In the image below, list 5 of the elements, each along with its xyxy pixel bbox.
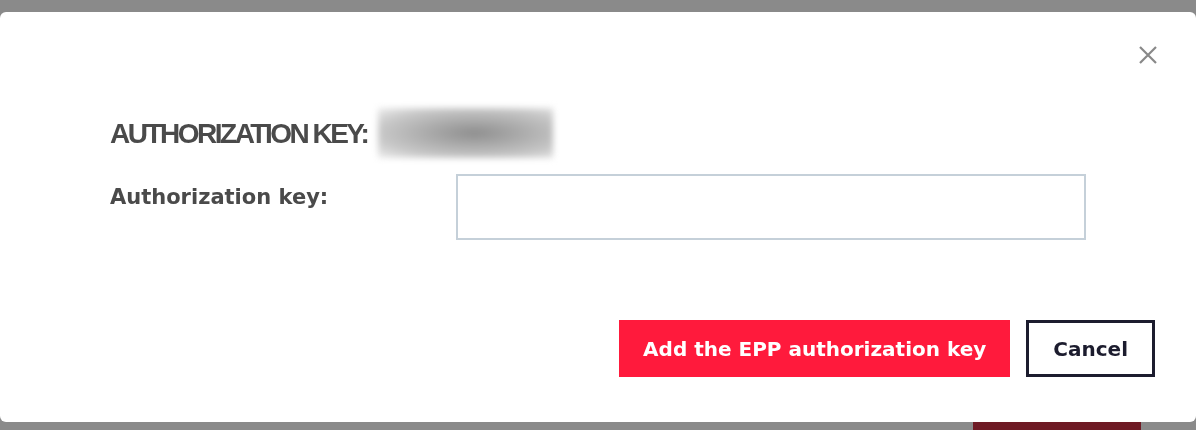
- field-label: Authorization key:: [110, 184, 330, 211]
- cancel-button[interactable]: Cancel: [1026, 320, 1155, 377]
- add-key-button[interactable]: Add the EPP authorization key: [619, 320, 1011, 377]
- dialog-title: AUTHORIZATION KEY:: [110, 116, 369, 151]
- input-field[interactable]: [456, 174, 1086, 240]
